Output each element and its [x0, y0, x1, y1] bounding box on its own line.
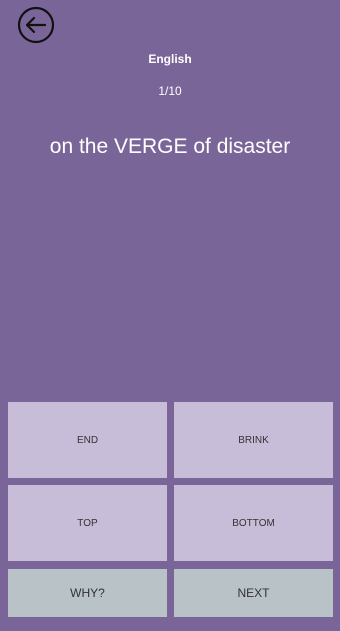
progress-counter: 1/10	[158, 84, 182, 98]
language-label: English	[148, 52, 192, 66]
why-button[interactable]: WHY?	[8, 569, 167, 617]
answer-button-4[interactable]: BOTTOM	[174, 485, 333, 561]
answer-button-2[interactable]: BRINK	[174, 402, 333, 478]
back-button[interactable]	[16, 5, 56, 45]
answer-grid: END BRINK TOP BOTTOM WHY? NEXT	[8, 402, 333, 617]
question-text: on the VERGE of disaster	[49, 135, 291, 158]
next-button[interactable]: NEXT	[174, 569, 333, 617]
answer-button-1[interactable]: END	[8, 402, 167, 478]
answer-button-3[interactable]: TOP	[8, 485, 167, 561]
arrow-left-circle-icon	[17, 6, 55, 44]
